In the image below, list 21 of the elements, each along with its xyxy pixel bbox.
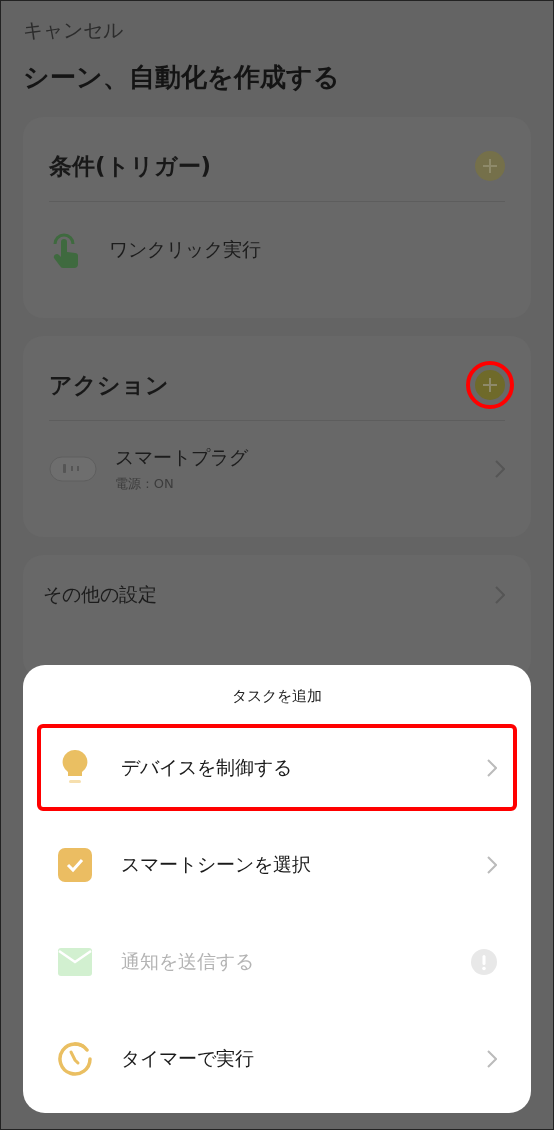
chevron-icon xyxy=(487,758,497,777)
smart-plug-icon xyxy=(49,456,97,482)
task-option[interactable]: スマートシーンを選択 xyxy=(37,821,517,909)
settings-label: その他の設定 xyxy=(43,582,157,607)
chevron-icon xyxy=(487,855,497,874)
checkbox-icon xyxy=(57,847,93,882)
sheet-title: タスクを追加 xyxy=(232,687,322,706)
device-name: スマートプラグ xyxy=(115,445,249,470)
plus-icon xyxy=(475,370,505,400)
page-title: シーン、自動化を作成する xyxy=(23,61,341,94)
trigger-label: ワンクリック実行 xyxy=(109,237,261,262)
timer-icon xyxy=(57,1041,93,1078)
card-title: 条件(トリガー) xyxy=(49,151,212,181)
add-button[interactable] xyxy=(466,361,514,409)
plus-icon xyxy=(475,151,505,181)
chevron-icon xyxy=(487,1050,497,1069)
card-title: アクション xyxy=(49,370,169,400)
task-option[interactable]: タイマーで実行 xyxy=(37,1015,517,1103)
envelope-icon xyxy=(57,948,93,977)
task-option[interactable]: デバイスを制御する xyxy=(37,724,517,812)
cancel-link[interactable]: キャンセル xyxy=(23,17,123,44)
